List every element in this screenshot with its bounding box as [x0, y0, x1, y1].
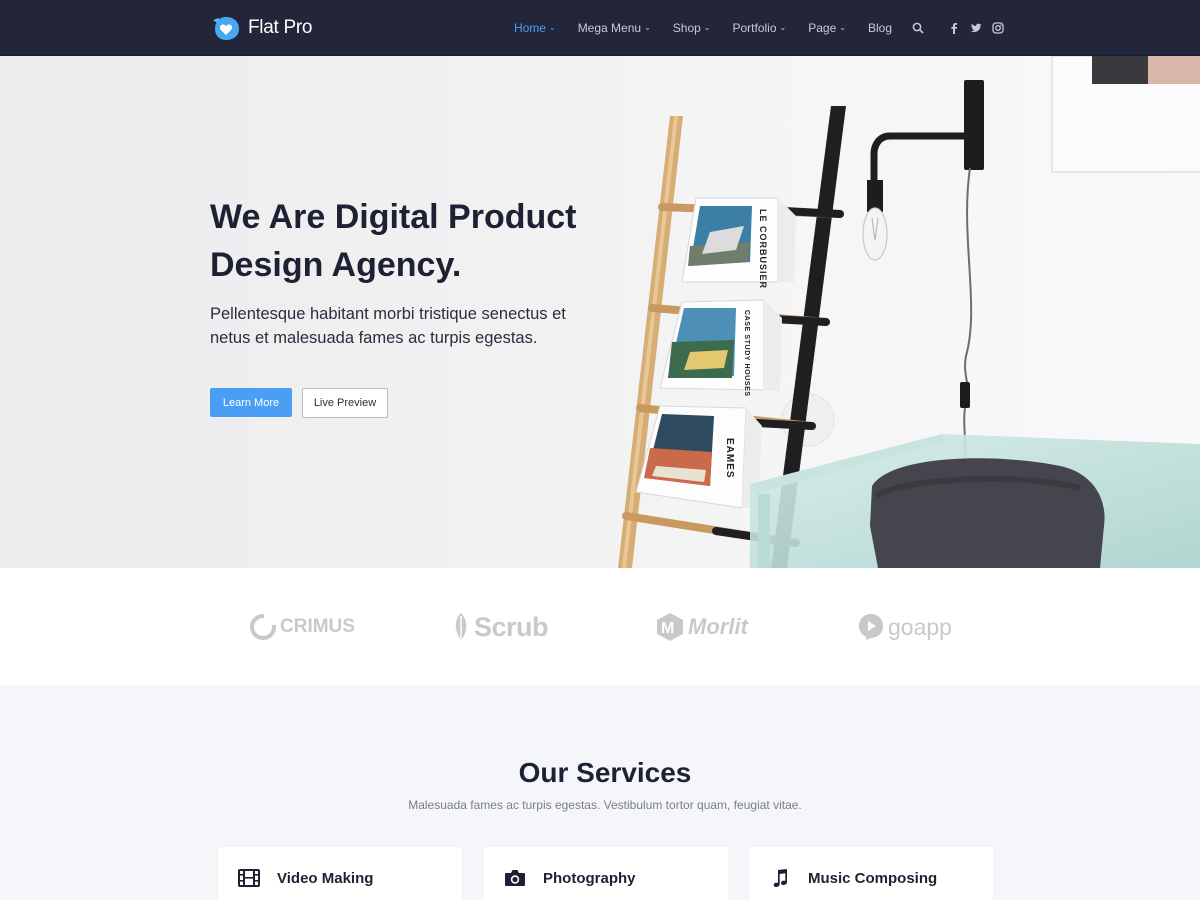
goapp-logo-text: goapp [888, 613, 952, 640]
camera-icon [504, 868, 526, 888]
nav-home[interactable]: Home ⌄ [514, 21, 556, 35]
partner-goapp[interactable]: goapp [858, 610, 952, 644]
service-card-video-making[interactable]: Video Making [218, 847, 462, 900]
services-title: Our Services [518, 757, 692, 788]
nav-blog[interactable]: Blog [868, 21, 892, 35]
magazine-title-le-corbusier: LE CORBUSIER [758, 209, 768, 289]
scrub-logo-text: Scrub [474, 611, 549, 642]
nav-portfolio[interactable]: Portfolio ⌄ [733, 21, 787, 35]
chevron-down-icon: ⌄ [779, 23, 787, 32]
search-icon[interactable] [912, 22, 924, 34]
brand-logo[interactable]: Flat Pro [210, 14, 312, 42]
learn-more-button[interactable]: Learn More [210, 388, 292, 417]
partner-logos: CRIMUS Scrub M Morlit goapp [0, 568, 1200, 685]
live-preview-button[interactable]: Live Preview [302, 388, 388, 418]
crimus-logo-icon [250, 614, 276, 640]
nav-mega-menu[interactable]: Mega Menu ⌄ [578, 21, 651, 35]
magazine-title-case-study-houses: CASE STUDY HOUSES [743, 310, 750, 397]
nav-page[interactable]: Page ⌄ [808, 21, 846, 35]
morlit-logo-text: Morlit [688, 614, 748, 639]
partner-morlit[interactable]: M Morlit [656, 610, 748, 644]
hero-subtitle: Pellentesque habitant morbi tristique se… [210, 305, 566, 347]
music-note-icon [769, 868, 791, 888]
service-label: Photography [543, 870, 636, 887]
film-icon [238, 868, 260, 888]
service-card-music-composing[interactable]: Music Composing [749, 847, 993, 900]
play-icon [859, 614, 883, 640]
hero-photo-workspace: LE CORBUSIER CASE STUDY HOUSES EAMES [560, 56, 1200, 568]
services-subtitle: Malesuada fames ac turpis egestas. Vesti… [408, 798, 802, 812]
service-label: Music Composing [808, 870, 938, 887]
service-card-photography[interactable]: Photography [484, 847, 728, 900]
magazine-le-corbusier: LE CORBUSIER [681, 197, 796, 289]
brand-name: Flat Pro [248, 17, 313, 38]
heart-logo-icon [213, 17, 239, 40]
instagram-icon[interactable] [992, 22, 1004, 34]
morlit-logo-icon: M [657, 613, 683, 641]
nav-shop[interactable]: Shop ⌄ [673, 21, 711, 35]
chevron-down-icon: ⌄ [703, 23, 711, 32]
chevron-down-icon: ⌄ [644, 23, 651, 32]
chevron-down-icon: ⌄ [839, 23, 846, 32]
twitter-icon[interactable] [970, 22, 982, 34]
leaf-icon [455, 613, 467, 640]
nav-home-label: Home [513, 21, 546, 35]
top-navbar: Flat Pro Home ⌄ Mega Menu ⌄ Shop ⌄ Portfoli… [0, 0, 1200, 56]
nav-mega-menu-label: Mega Menu [577, 21, 642, 35]
svg-text:M: M [661, 620, 674, 637]
magazine-title-eames: EAMES [724, 438, 735, 479]
nav-page-label: Page [808, 21, 837, 35]
nav-blog-label: Blog [867, 21, 892, 35]
partner-crimus[interactable]: CRIMUS [250, 610, 355, 644]
services-section: Our Services Malesuada fames ac turpis e… [0, 685, 1200, 900]
magazine-case-study-houses: CASE STUDY HOUSES [659, 299, 782, 397]
partner-scrub[interactable]: Scrub [452, 610, 549, 644]
facebook-icon[interactable] [948, 22, 960, 34]
main-nav: Home ⌄ Mega Menu ⌄ Shop ⌄ Portfolio ⌄ Page ⌄ … [492, 0, 1004, 56]
crimus-logo-text: CRIMUS [280, 616, 355, 637]
hero-section: LE CORBUSIER CASE STUDY HOUSES EAMES We … [0, 56, 1200, 568]
service-label: Video Making [277, 870, 374, 887]
nav-shop-label: Shop [672, 21, 701, 35]
nav-portfolio-label: Portfolio [732, 21, 777, 35]
chevron-down-icon: ⌄ [548, 23, 556, 32]
hero-title: We Are Digital Product Design Agency. [210, 198, 577, 284]
